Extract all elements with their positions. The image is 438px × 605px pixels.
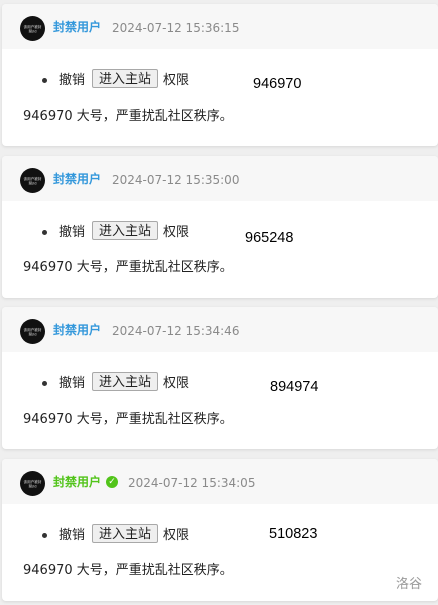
action-suffix: 权限 bbox=[163, 376, 190, 391]
action-prefix: 撤销 bbox=[59, 73, 86, 88]
post-card: 该用户被封禁/id 封禁用户 2024-07-12 15:35:00 撤销 进入… bbox=[2, 156, 438, 298]
action-line: 撤销 进入主站 权限 894974 bbox=[2, 372, 438, 396]
list-bullet bbox=[42, 533, 47, 538]
site-watermark: 洛谷 bbox=[396, 577, 423, 592]
action-prefix: 撤销 bbox=[59, 528, 86, 543]
username-link[interactable]: 封禁用户 bbox=[53, 322, 101, 338]
post-card: 该用户被封禁/id 封禁用户 ✓ 2024-07-12 15:34:05 撤销 … bbox=[2, 459, 438, 601]
ban-reason: 946970 大号，严重扰乱社区秩序。 bbox=[23, 260, 233, 275]
list-bullet bbox=[42, 230, 47, 235]
action-suffix: 权限 bbox=[163, 528, 190, 543]
ban-reason: 946970 大号，严重扰乱社区秩序。 bbox=[23, 412, 233, 427]
action-prefix: 撤销 bbox=[59, 376, 86, 391]
post-timestamp: 2024-07-12 15:34:05 bbox=[128, 476, 256, 490]
user-id: 510823 bbox=[269, 526, 318, 542]
enter-main-site-button[interactable]: 进入主站 bbox=[92, 221, 159, 240]
avatar[interactable]: 该用户被封禁/id bbox=[20, 168, 45, 193]
avatar-text: 该用户被封禁/id bbox=[23, 24, 42, 33]
post-card: 该用户被封禁/id 封禁用户 2024-07-12 15:34:46 撤销 进入… bbox=[2, 307, 438, 449]
action-suffix: 权限 bbox=[163, 225, 190, 240]
username-link[interactable]: 封禁用户 bbox=[53, 171, 101, 187]
avatar-text: 该用户被封禁/id bbox=[23, 479, 42, 488]
enter-main-site-button[interactable]: 进入主站 bbox=[92, 524, 159, 543]
post-timestamp: 2024-07-12 15:36:15 bbox=[112, 21, 240, 35]
username-link[interactable]: 封禁用户 bbox=[53, 474, 101, 490]
user-id: 894974 bbox=[270, 379, 319, 395]
action-line: 撤销 进入主站 权限 510823 bbox=[2, 524, 438, 548]
ban-reason: 946970 大号，严重扰乱社区秩序。 bbox=[23, 109, 233, 124]
enter-main-site-button[interactable]: 进入主站 bbox=[92, 372, 159, 391]
check-circle-icon: ✓ bbox=[106, 476, 118, 488]
list-bullet bbox=[42, 381, 47, 386]
post-timestamp: 2024-07-12 15:34:46 bbox=[112, 324, 240, 338]
post-header: 该用户被封禁/id 封禁用户 ✓ 2024-07-12 15:34:05 bbox=[2, 459, 438, 504]
avatar[interactable]: 该用户被封禁/id bbox=[20, 16, 45, 41]
avatar[interactable]: 该用户被封禁/id bbox=[20, 471, 45, 496]
username-link[interactable]: 封禁用户 bbox=[53, 19, 101, 35]
action-line: 撤销 进入主站 权限 946970 bbox=[2, 69, 438, 93]
action-line: 撤销 进入主站 权限 965248 bbox=[2, 221, 438, 246]
post-header: 该用户被封禁/id 封禁用户 2024-07-12 15:36:15 bbox=[2, 4, 438, 49]
list-bullet bbox=[42, 78, 47, 83]
enter-main-site-button[interactable]: 进入主站 bbox=[92, 69, 159, 88]
post-header: 该用户被封禁/id 封禁用户 2024-07-12 15:35:00 bbox=[2, 156, 438, 201]
ban-reason: 946970 大号，严重扰乱社区秩序。 bbox=[23, 563, 233, 578]
post-header: 该用户被封禁/id 封禁用户 2024-07-12 15:34:46 bbox=[2, 307, 438, 352]
user-id: 965248 bbox=[245, 230, 294, 246]
avatar-text: 该用户被封禁/id bbox=[23, 327, 42, 336]
action-prefix: 撤销 bbox=[59, 225, 86, 240]
action-suffix: 权限 bbox=[163, 73, 190, 88]
avatar-text: 该用户被封禁/id bbox=[23, 176, 42, 185]
avatar[interactable]: 该用户被封禁/id bbox=[20, 319, 45, 344]
post-timestamp: 2024-07-12 15:35:00 bbox=[112, 173, 240, 187]
user-id: 946970 bbox=[253, 76, 302, 92]
post-card: 该用户被封禁/id 封禁用户 2024-07-12 15:36:15 撤销 进入… bbox=[2, 4, 438, 146]
